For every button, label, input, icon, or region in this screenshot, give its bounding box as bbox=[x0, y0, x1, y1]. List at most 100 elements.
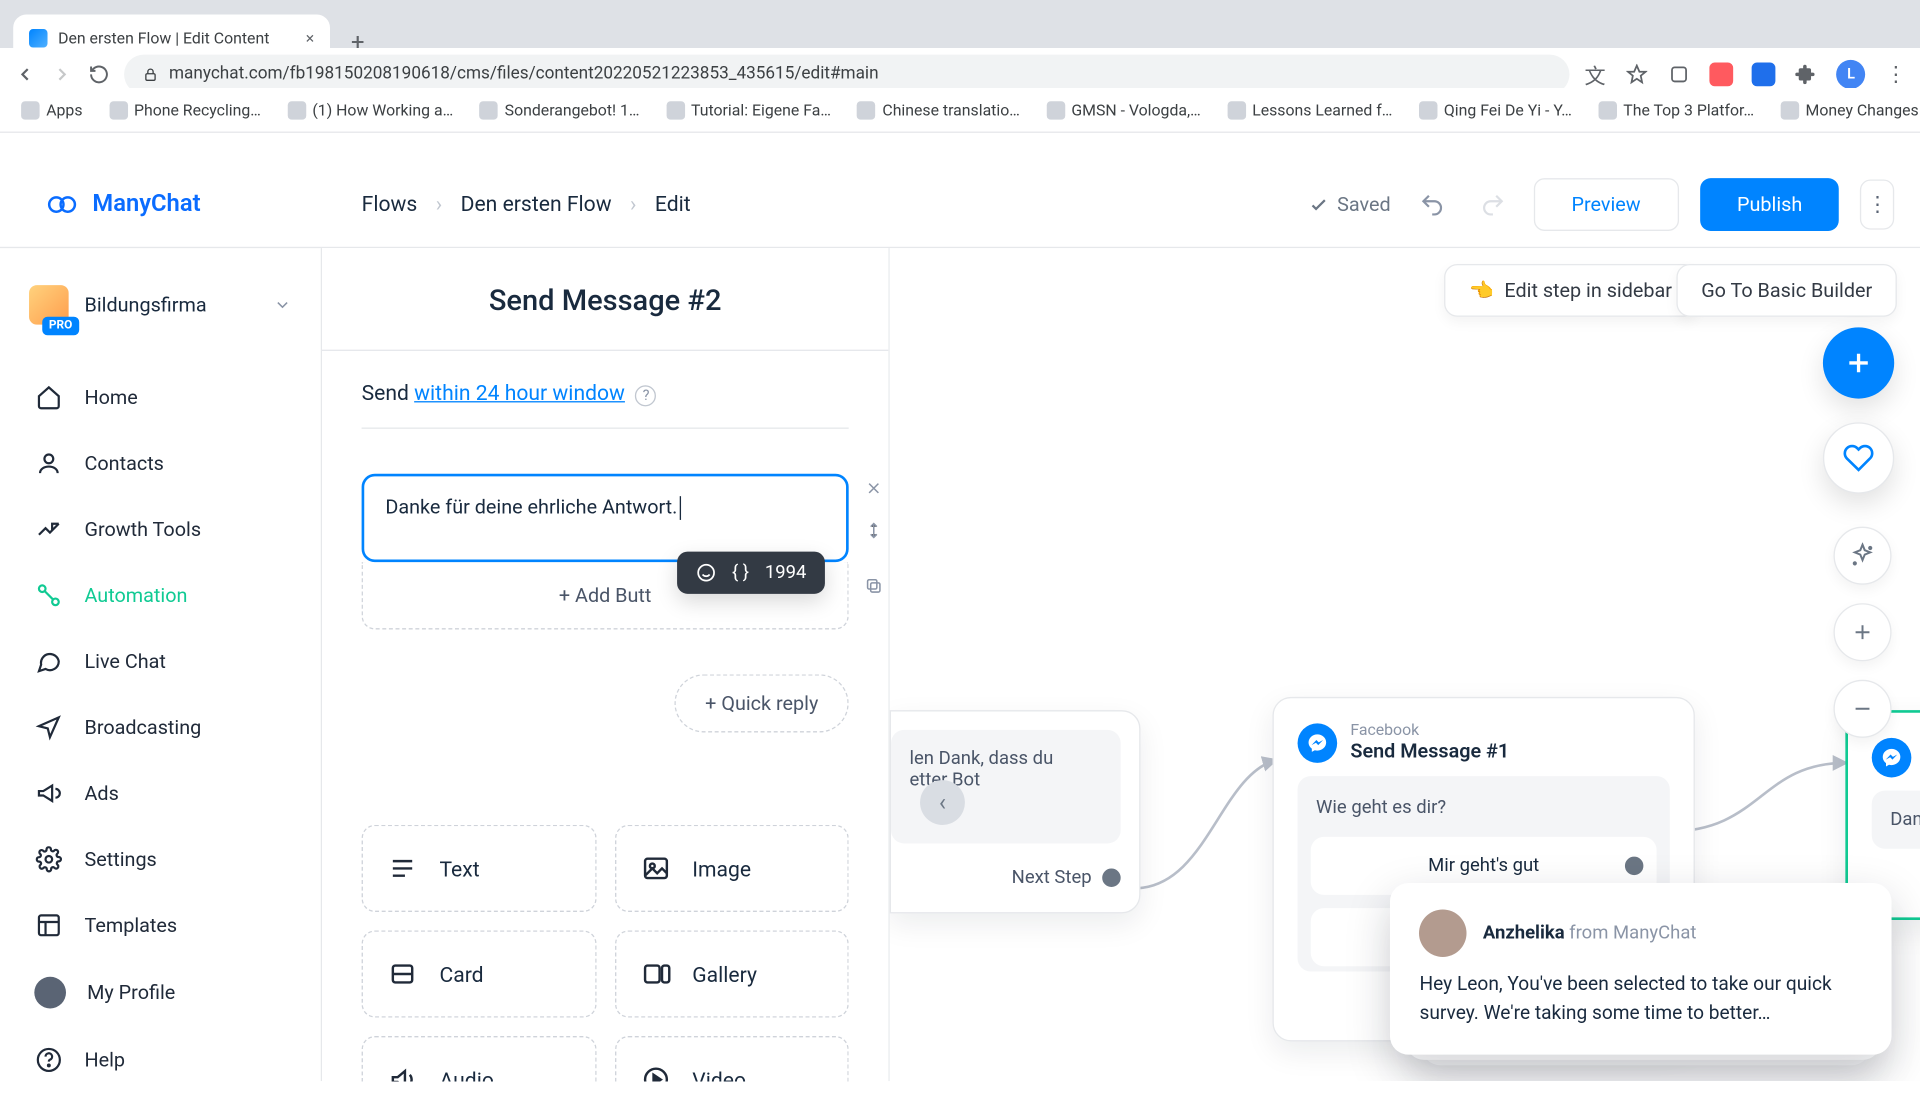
logo-text: ManyChat bbox=[92, 190, 200, 218]
url-text: manychat.com/fb198150208190618/cms/files… bbox=[169, 64, 879, 84]
message-text-input[interactable]: Danke für deine ehrliche Antwort. { } 19… bbox=[362, 474, 849, 562]
sidebar-item-livechat[interactable]: Live Chat bbox=[16, 628, 305, 694]
bookmark-item[interactable]: Lessons Learned f… bbox=[1219, 95, 1400, 124]
block-text[interactable]: Text bbox=[362, 825, 596, 912]
audio-icon bbox=[387, 1064, 419, 1081]
sidebar-item-broadcasting[interactable]: Broadcasting bbox=[16, 694, 305, 760]
zoom-in-button[interactable] bbox=[1834, 603, 1892, 661]
automation-icon bbox=[34, 581, 63, 610]
extension-icon-1[interactable] bbox=[1710, 62, 1734, 86]
bookmark-item[interactable]: Sonderangebot! 1… bbox=[472, 95, 648, 124]
pro-badge: PRO bbox=[42, 317, 79, 335]
reload-icon[interactable] bbox=[87, 62, 111, 86]
send-window-link[interactable]: within 24 hour window bbox=[414, 380, 625, 405]
bookmark-apps[interactable]: Apps bbox=[13, 95, 90, 124]
sidebar-item-settings[interactable]: Settings bbox=[16, 826, 305, 892]
help-tooltip-icon[interactable]: ? bbox=[636, 385, 657, 406]
edit-step-sidebar[interactable]: 👈Edit step in sidebar bbox=[1444, 264, 1697, 317]
help-icon bbox=[34, 1045, 63, 1074]
growth-icon bbox=[34, 515, 63, 544]
send-window: Send within 24 hour window ? bbox=[322, 351, 888, 406]
sidebar-item-ads[interactable]: Ads bbox=[16, 760, 305, 826]
bookmark-item[interactable]: GMSN - Vologda,… bbox=[1038, 95, 1208, 124]
message-preview: Danke bbox=[1872, 791, 1920, 849]
flow-canvas[interactable]: 👈Edit step in sidebar Go To Basic Builde… bbox=[890, 248, 1920, 1080]
block-gallery[interactable]: Gallery bbox=[614, 931, 848, 1018]
auto-arrange-button[interactable] bbox=[1834, 526, 1892, 584]
block-audio[interactable]: Audio bbox=[362, 1036, 596, 1080]
prev-arrow-icon[interactable]: ‹ bbox=[920, 780, 965, 825]
bookmark-item[interactable]: Phone Recycling… bbox=[101, 95, 269, 124]
favorite-fab[interactable] bbox=[1823, 422, 1894, 493]
sidebar-item-home[interactable]: Home bbox=[16, 364, 305, 430]
bookmarks-bar: Apps Phone Recycling… (1) How Working a…… bbox=[0, 88, 1920, 133]
chat-avatar bbox=[1419, 910, 1467, 958]
publish-button[interactable]: Publish bbox=[1700, 178, 1839, 231]
block-image[interactable]: Image bbox=[614, 825, 848, 912]
node-channel: Facebook bbox=[1350, 722, 1509, 739]
next-step-port[interactable]: Next Step bbox=[891, 867, 1121, 888]
block-card[interactable]: Card bbox=[362, 931, 596, 1018]
gear-icon bbox=[34, 845, 63, 874]
bookmark-item[interactable]: The Top 3 Platfor… bbox=[1590, 95, 1762, 124]
port-icon[interactable] bbox=[1102, 869, 1120, 887]
forward-icon[interactable] bbox=[50, 62, 74, 86]
extension-icon-2[interactable] bbox=[1752, 62, 1776, 86]
sidebar-item-contacts[interactable]: Contacts bbox=[16, 430, 305, 496]
duplicate-icon[interactable] bbox=[862, 574, 886, 598]
sidebar-item-automation[interactable]: Automation bbox=[16, 562, 305, 628]
chat-notification[interactable]: Anzhelika from ManyChat Hey Leon, You've… bbox=[1390, 883, 1892, 1054]
add-quick-reply[interactable]: + Quick reply bbox=[675, 675, 849, 733]
bookmark-item[interactable]: Qing Fei De Yi - Y… bbox=[1411, 95, 1580, 124]
crumb-flow-name[interactable]: Den ersten Flow bbox=[461, 191, 612, 216]
translate-icon[interactable]: 文 bbox=[1583, 62, 1607, 86]
port-icon[interactable] bbox=[1625, 857, 1643, 875]
ads-icon bbox=[34, 779, 63, 808]
chat-body: Hey Leon, You've been selected to take o… bbox=[1419, 970, 1863, 1027]
back-icon[interactable] bbox=[13, 62, 37, 86]
logo[interactable]: ManyChat bbox=[0, 187, 322, 221]
sidebar-item-profile[interactable]: My Profile bbox=[16, 958, 305, 1027]
chrome-menu-icon[interactable]: ⋮ bbox=[1884, 62, 1908, 86]
preview-button[interactable]: Preview bbox=[1533, 178, 1679, 231]
zoom-out-button[interactable] bbox=[1834, 679, 1892, 737]
crumb-flows: Flows bbox=[362, 191, 418, 216]
toolbar-right: 文 L ⋮ bbox=[1583, 59, 1908, 88]
messenger-icon bbox=[1298, 723, 1338, 763]
goto-basic-builder[interactable]: Go To Basic Builder bbox=[1676, 264, 1897, 317]
home-icon bbox=[34, 383, 63, 412]
workspace-selector[interactable]: PRO Bildungsfirma bbox=[0, 261, 321, 364]
sidebar-item-help[interactable]: Help bbox=[16, 1027, 305, 1093]
add-step-fab[interactable] bbox=[1823, 327, 1894, 398]
chevron-right-icon: › bbox=[436, 191, 442, 216]
redo-button[interactable] bbox=[1472, 184, 1512, 224]
close-tab-icon[interactable]: × bbox=[306, 29, 314, 47]
bookmark-item[interactable]: Money Changes E… bbox=[1773, 95, 1920, 124]
divider bbox=[362, 428, 849, 429]
share-icon[interactable] bbox=[1668, 62, 1692, 86]
bookmark-item[interactable]: Tutorial: Eigene Fa… bbox=[658, 95, 839, 124]
undo-button[interactable] bbox=[1412, 184, 1452, 224]
kebab-menu[interactable]: ⋮ bbox=[1860, 179, 1894, 229]
flow-node-partial[interactable]: len Dank, dass du etter Bot ‹ Next Step bbox=[890, 710, 1141, 913]
chrome-profile-avatar[interactable]: L bbox=[1837, 59, 1866, 88]
chat-sender-name: Anzhelika bbox=[1483, 923, 1565, 944]
resize-handle-icon[interactable] bbox=[862, 519, 886, 543]
sidebar-item-growth[interactable]: Growth Tools bbox=[16, 496, 305, 562]
add-button[interactable]: + Add Butt bbox=[362, 562, 849, 629]
chat-icon bbox=[34, 647, 63, 676]
extensions-icon[interactable] bbox=[1794, 62, 1818, 86]
fab-column bbox=[1823, 327, 1894, 493]
bookmark-item[interactable]: (1) How Working a… bbox=[279, 95, 461, 124]
tab-title: Den ersten Flow | Edit Content bbox=[58, 29, 269, 47]
question-text: Wie geht es dir? bbox=[1311, 790, 1657, 824]
star-icon[interactable] bbox=[1625, 62, 1649, 86]
breadcrumb: Flows › Den ersten Flow › Edit bbox=[322, 191, 691, 216]
sidebar-item-templates[interactable]: Templates bbox=[16, 892, 305, 958]
remove-block-icon[interactable] bbox=[862, 476, 886, 500]
point-icon: 👈 bbox=[1469, 278, 1494, 302]
check-icon bbox=[1308, 193, 1329, 214]
block-video[interactable]: Video bbox=[614, 1036, 848, 1080]
contacts-icon bbox=[34, 449, 63, 478]
bookmark-item[interactable]: Chinese translatio… bbox=[849, 95, 1027, 124]
